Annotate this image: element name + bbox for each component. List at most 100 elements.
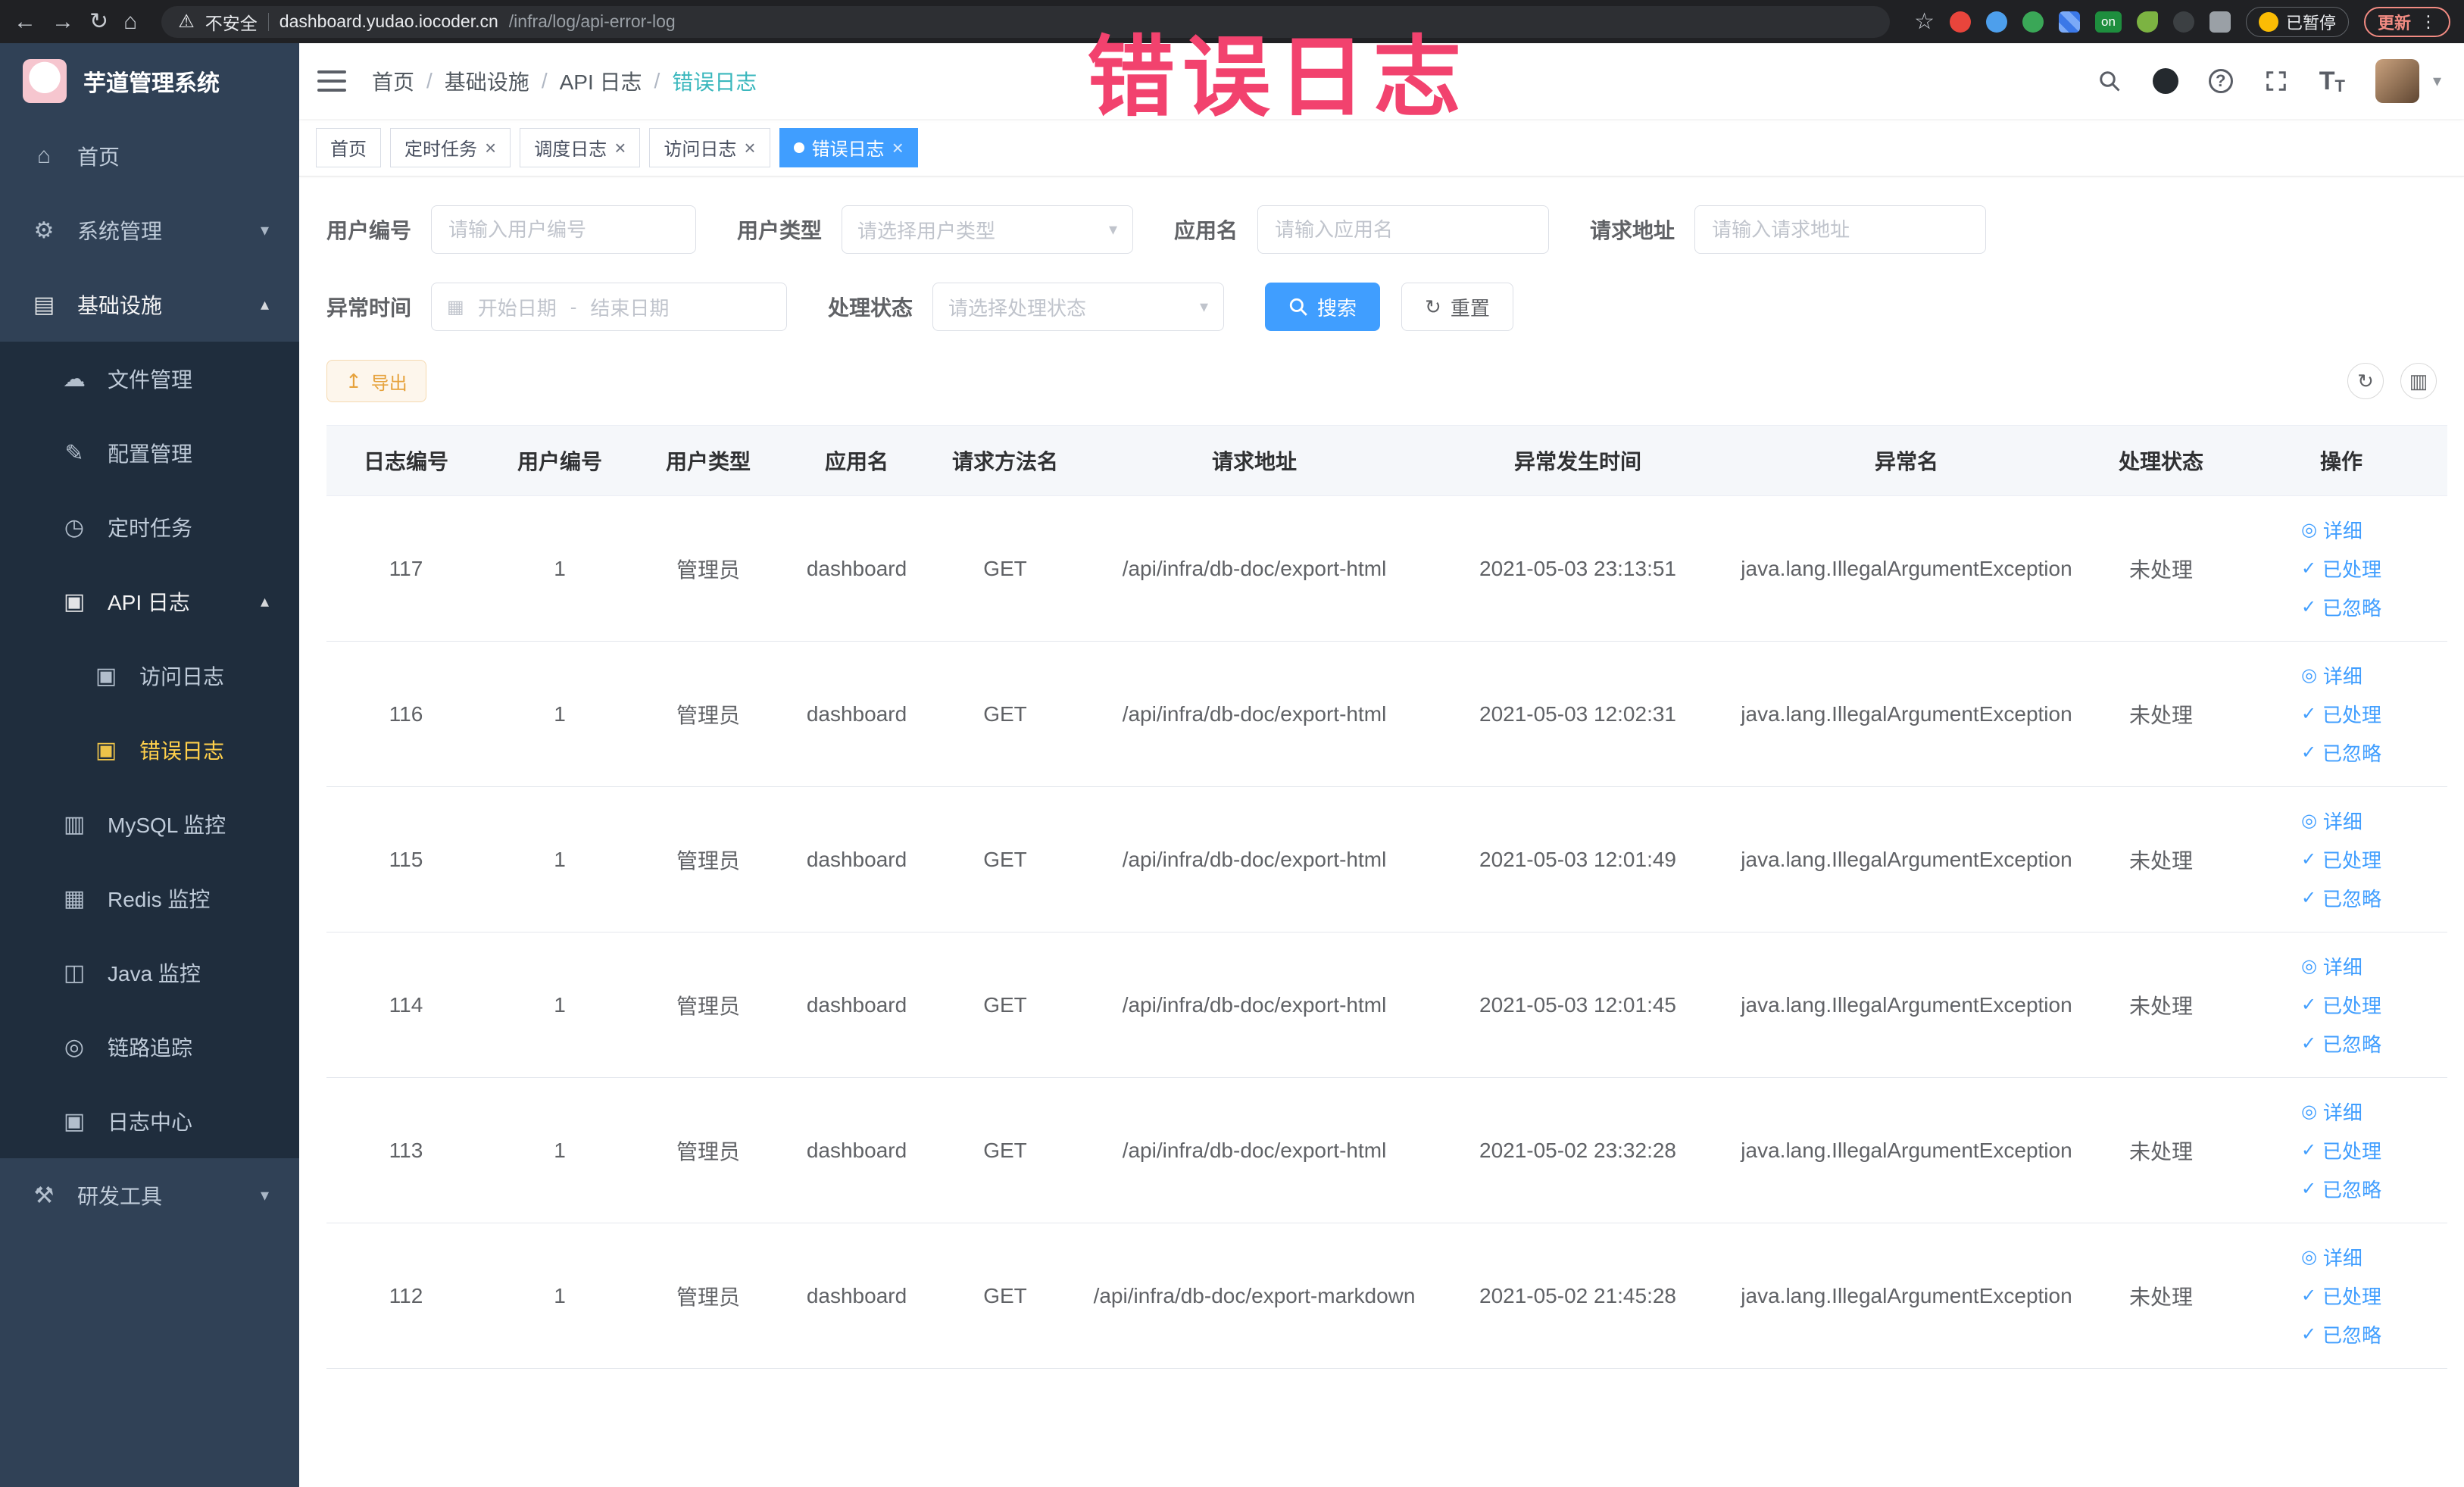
export-button[interactable]: ↥ 导出 xyxy=(326,360,426,402)
fullscreen-icon[interactable] xyxy=(2263,68,2289,94)
check-icon: ✓ xyxy=(2300,558,2317,579)
tab-cron[interactable]: 定时任务 × xyxy=(390,127,511,167)
filter-exception-time: 异常时间 ▦ 开始日期 - 结束日期 xyxy=(326,283,788,331)
tab-job-log[interactable]: 调度日志 × xyxy=(520,127,641,167)
github-icon[interactable] xyxy=(2152,68,2178,94)
sidebar-item-mysql[interactable]: ▥ MySQL 监控 xyxy=(0,787,299,861)
tab-error-log[interactable]: 错误日志 × xyxy=(779,127,918,167)
address-bar[interactable]: ⚠ 不安全 dashboard.yudao.iocoder.cn/infra/l… xyxy=(161,5,1891,38)
action-ignored[interactable]: ✓ 已忽略 xyxy=(2301,884,2381,912)
extension-blue-icon[interactable] xyxy=(1986,11,2008,33)
extension-grid-icon[interactable] xyxy=(2059,11,2081,33)
sidebar-item-devtools[interactable]: ⚒ 研发工具 ▾ xyxy=(0,1158,299,1232)
action-processed[interactable]: ✓ 已处理 xyxy=(2301,845,2381,873)
column-header: 异常名 xyxy=(1726,425,2087,496)
sidebar-item-home[interactable]: ⌂ 首页 xyxy=(0,119,299,193)
action-detail[interactable]: ◎ 详细 xyxy=(2301,952,2363,980)
sidebar-item-label: 定时任务 xyxy=(108,517,193,540)
action-ignored[interactable]: ✓ 已忽略 xyxy=(2301,593,2381,621)
extension-leaf-icon[interactable] xyxy=(2136,11,2158,33)
close-icon[interactable]: × xyxy=(892,138,904,158)
extensions-puzzle-icon[interactable] xyxy=(2209,11,2231,33)
column-header: 请求地址 xyxy=(1079,425,1429,496)
sidebar-item-label: Java 监控 xyxy=(108,962,201,986)
column-settings-button[interactable]: ▥ xyxy=(2400,363,2437,399)
tab-access-log[interactable]: 访问日志 × xyxy=(649,127,770,167)
sidebar-item-java[interactable]: ◫ Java 监控 xyxy=(0,936,299,1010)
exception-time-range-picker[interactable]: ▦ 开始日期 - 结束日期 xyxy=(431,283,788,331)
sidebar-item-config[interactable]: ✎ 配置管理 xyxy=(0,416,299,490)
action-processed[interactable]: ✓ 已处理 xyxy=(2301,555,2381,583)
font-size-icon[interactable]: TT xyxy=(2319,67,2345,96)
action-detail[interactable]: ◎ 详细 xyxy=(2301,1098,2363,1126)
search-icon[interactable] xyxy=(2097,68,2122,94)
date-range-separator: - xyxy=(570,295,577,318)
refresh-table-button[interactable]: ↻ xyxy=(2347,363,2384,399)
select-placeholder: 请选择处理状态 xyxy=(948,296,1087,320)
sidebar-item-file[interactable]: ☁ 文件管理 xyxy=(0,342,299,416)
back-icon[interactable]: ← xyxy=(14,10,36,33)
sidebar-item-log-center[interactable]: ▣ 日志中心 xyxy=(0,1084,299,1158)
action-processed[interactable]: ✓ 已处理 xyxy=(2301,991,2381,1019)
user-id-input[interactable] xyxy=(431,205,697,254)
cell-exception: java.lang.IllegalArgumentException xyxy=(1726,786,2087,932)
action-detail[interactable]: ◎ 详细 xyxy=(2301,1243,2363,1271)
cell-actions: ◎ 详细 ✓ 已处理 ✓ 已忽略 xyxy=(2235,786,2447,932)
process-status-select[interactable]: 请选择处理状态 ▾ xyxy=(932,283,1225,331)
sidebar-item-system[interactable]: ⚙ 系统管理 ▾ xyxy=(0,193,299,267)
bookmark-star-icon[interactable]: ☆ xyxy=(1914,10,1935,33)
cell-method: GET xyxy=(931,495,1079,642)
action-processed[interactable]: ✓ 已处理 xyxy=(2301,1282,2381,1310)
sidebar-item-cron[interactable]: ◷ 定时任务 xyxy=(0,490,299,564)
extension-paw-icon[interactable] xyxy=(2172,11,2194,33)
action-processed[interactable]: ✓ 已处理 xyxy=(2301,700,2381,728)
search-button[interactable]: 搜索 xyxy=(1265,283,1381,331)
avatar-chevron-down-icon[interactable]: ▾ xyxy=(2433,71,2441,91)
cell-status: 未处理 xyxy=(2087,495,2235,642)
action-detail[interactable]: ◎ 详细 xyxy=(2301,807,2363,835)
security-label[interactable]: 不安全 xyxy=(205,9,258,35)
action-detail[interactable]: ◎ 详细 xyxy=(2301,661,2363,689)
browser-menu-kebab-icon[interactable]: ⋮ xyxy=(2420,12,2437,32)
sidebar-item-error-log[interactable]: ▣ 错误日志 xyxy=(0,713,299,787)
reload-icon[interactable]: ↻ xyxy=(89,10,108,33)
reset-button[interactable]: ↻ 重置 xyxy=(1401,283,1513,331)
app-name-input[interactable] xyxy=(1257,205,1550,254)
sidebar-item-label: Redis 监控 xyxy=(108,888,211,911)
action-ignored[interactable]: ✓ 已忽略 xyxy=(2301,1175,2381,1203)
breadcrumb-item[interactable]: 基础设施 xyxy=(445,66,529,96)
action-label: 已处理 xyxy=(2322,704,2382,726)
cell-user_type: 管理员 xyxy=(634,1077,782,1223)
sidebar-item-infra[interactable]: ▤ 基础设施 ▴ xyxy=(0,267,299,342)
tab-label: 错误日志 xyxy=(811,139,885,160)
avatar[interactable] xyxy=(2375,59,2419,103)
close-icon[interactable]: × xyxy=(614,138,626,158)
close-icon[interactable]: × xyxy=(485,138,496,158)
user-type-select[interactable]: 请选择用户类型 ▾ xyxy=(842,205,1134,254)
update-button[interactable]: 更新 ⋮ xyxy=(2363,6,2450,37)
extension-on-badge[interactable]: on xyxy=(2095,11,2122,33)
breadcrumb-item[interactable]: API 日志 xyxy=(560,66,642,96)
sidebar-item-redis[interactable]: ▦ Redis 监控 xyxy=(0,861,299,936)
forward-icon[interactable]: → xyxy=(52,10,74,33)
action-ignored[interactable]: ✓ 已忽略 xyxy=(2301,1320,2381,1348)
sidebar-item-api-log[interactable]: ▣ API 日志 ▴ xyxy=(0,564,299,639)
extension-red-icon[interactable] xyxy=(1950,11,1972,33)
action-processed[interactable]: ✓ 已处理 xyxy=(2301,1136,2381,1164)
close-icon[interactable]: × xyxy=(744,138,755,158)
extension-green-icon[interactable] xyxy=(2022,11,2044,33)
action-detail[interactable]: ◎ 详细 xyxy=(2301,516,2363,544)
sidebar-item-access-log[interactable]: ▣ 访问日志 xyxy=(0,639,299,713)
request-url-input[interactable] xyxy=(1694,205,1987,254)
app-logo[interactable]: 芋道管理系统 xyxy=(0,43,299,119)
action-ignored[interactable]: ✓ 已忽略 xyxy=(2301,739,2381,767)
browser-home-icon[interactable]: ⌂ xyxy=(123,10,137,33)
breadcrumb-item[interactable]: 首页 xyxy=(372,66,414,96)
sidebar-toggle-icon[interactable] xyxy=(317,70,346,92)
tab-home[interactable]: 首页 xyxy=(316,127,381,167)
help-icon[interactable]: ? xyxy=(2208,69,2233,93)
doc-icon: ▣ xyxy=(95,663,117,689)
sidebar-item-trace[interactable]: ◎ 链路追踪 xyxy=(0,1010,299,1084)
action-ignored[interactable]: ✓ 已忽略 xyxy=(2301,1029,2381,1057)
paused-chip[interactable]: 已暂停 xyxy=(2245,6,2349,37)
